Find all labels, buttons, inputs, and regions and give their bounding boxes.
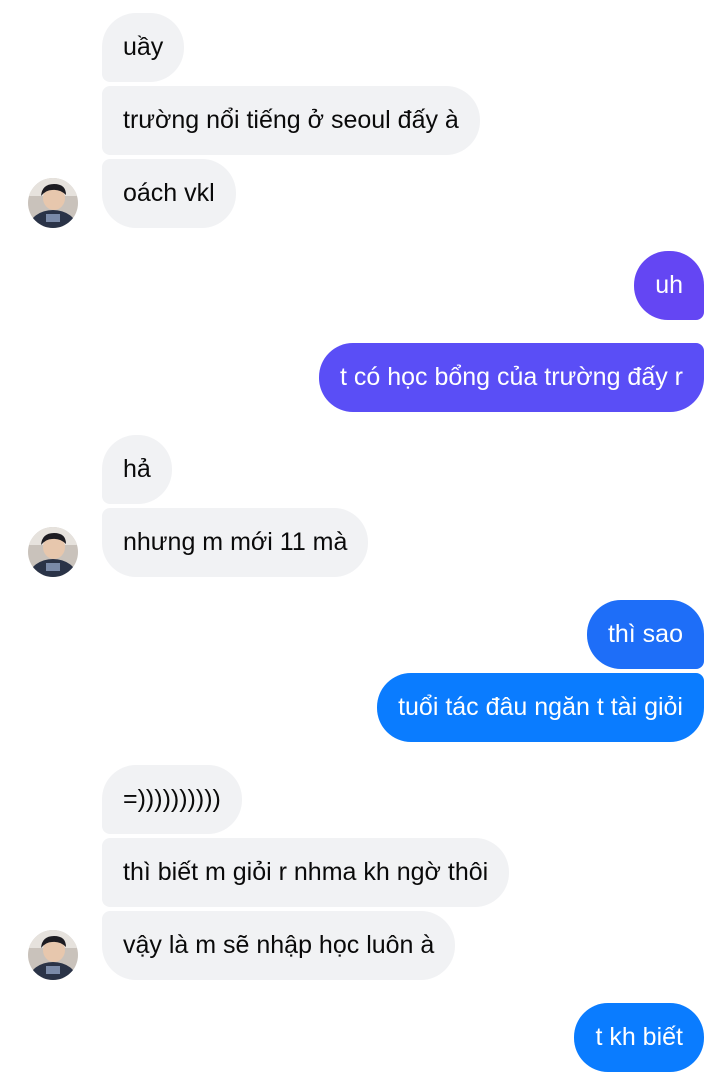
- sent-message[interactable]: thì sao: [586, 600, 704, 669]
- received-message[interactable]: =)))))))))): [102, 765, 242, 834]
- received-message[interactable]: vậy là m sẽ nhập học luôn à: [102, 911, 456, 980]
- received-message[interactable]: uầy: [102, 13, 185, 82]
- avatar-photo-icon: [28, 178, 78, 228]
- contact-avatar[interactable]: [28, 178, 78, 228]
- contact-avatar[interactable]: [28, 527, 78, 577]
- received-message[interactable]: thì biết m giỏi r nhma kh ngờ thôi: [102, 838, 510, 907]
- avatar-photo-icon: [28, 930, 78, 980]
- received-message[interactable]: nhưng m mới 11 mà: [102, 508, 369, 577]
- sent-message[interactable]: t kh biết: [574, 1003, 704, 1072]
- sent-message[interactable]: uh: [634, 251, 704, 320]
- contact-avatar[interactable]: [28, 930, 78, 980]
- sent-message[interactable]: t có học bổng của trường đấy r: [318, 343, 704, 412]
- sent-message[interactable]: tuổi tác đâu ngăn t tài giỏi: [377, 673, 704, 742]
- received-message[interactable]: oách vkl: [102, 159, 236, 228]
- avatar-photo-icon: [28, 527, 78, 577]
- received-message[interactable]: hả: [102, 435, 172, 504]
- received-message[interactable]: trường nổi tiếng ở seoul đấy à: [102, 86, 480, 155]
